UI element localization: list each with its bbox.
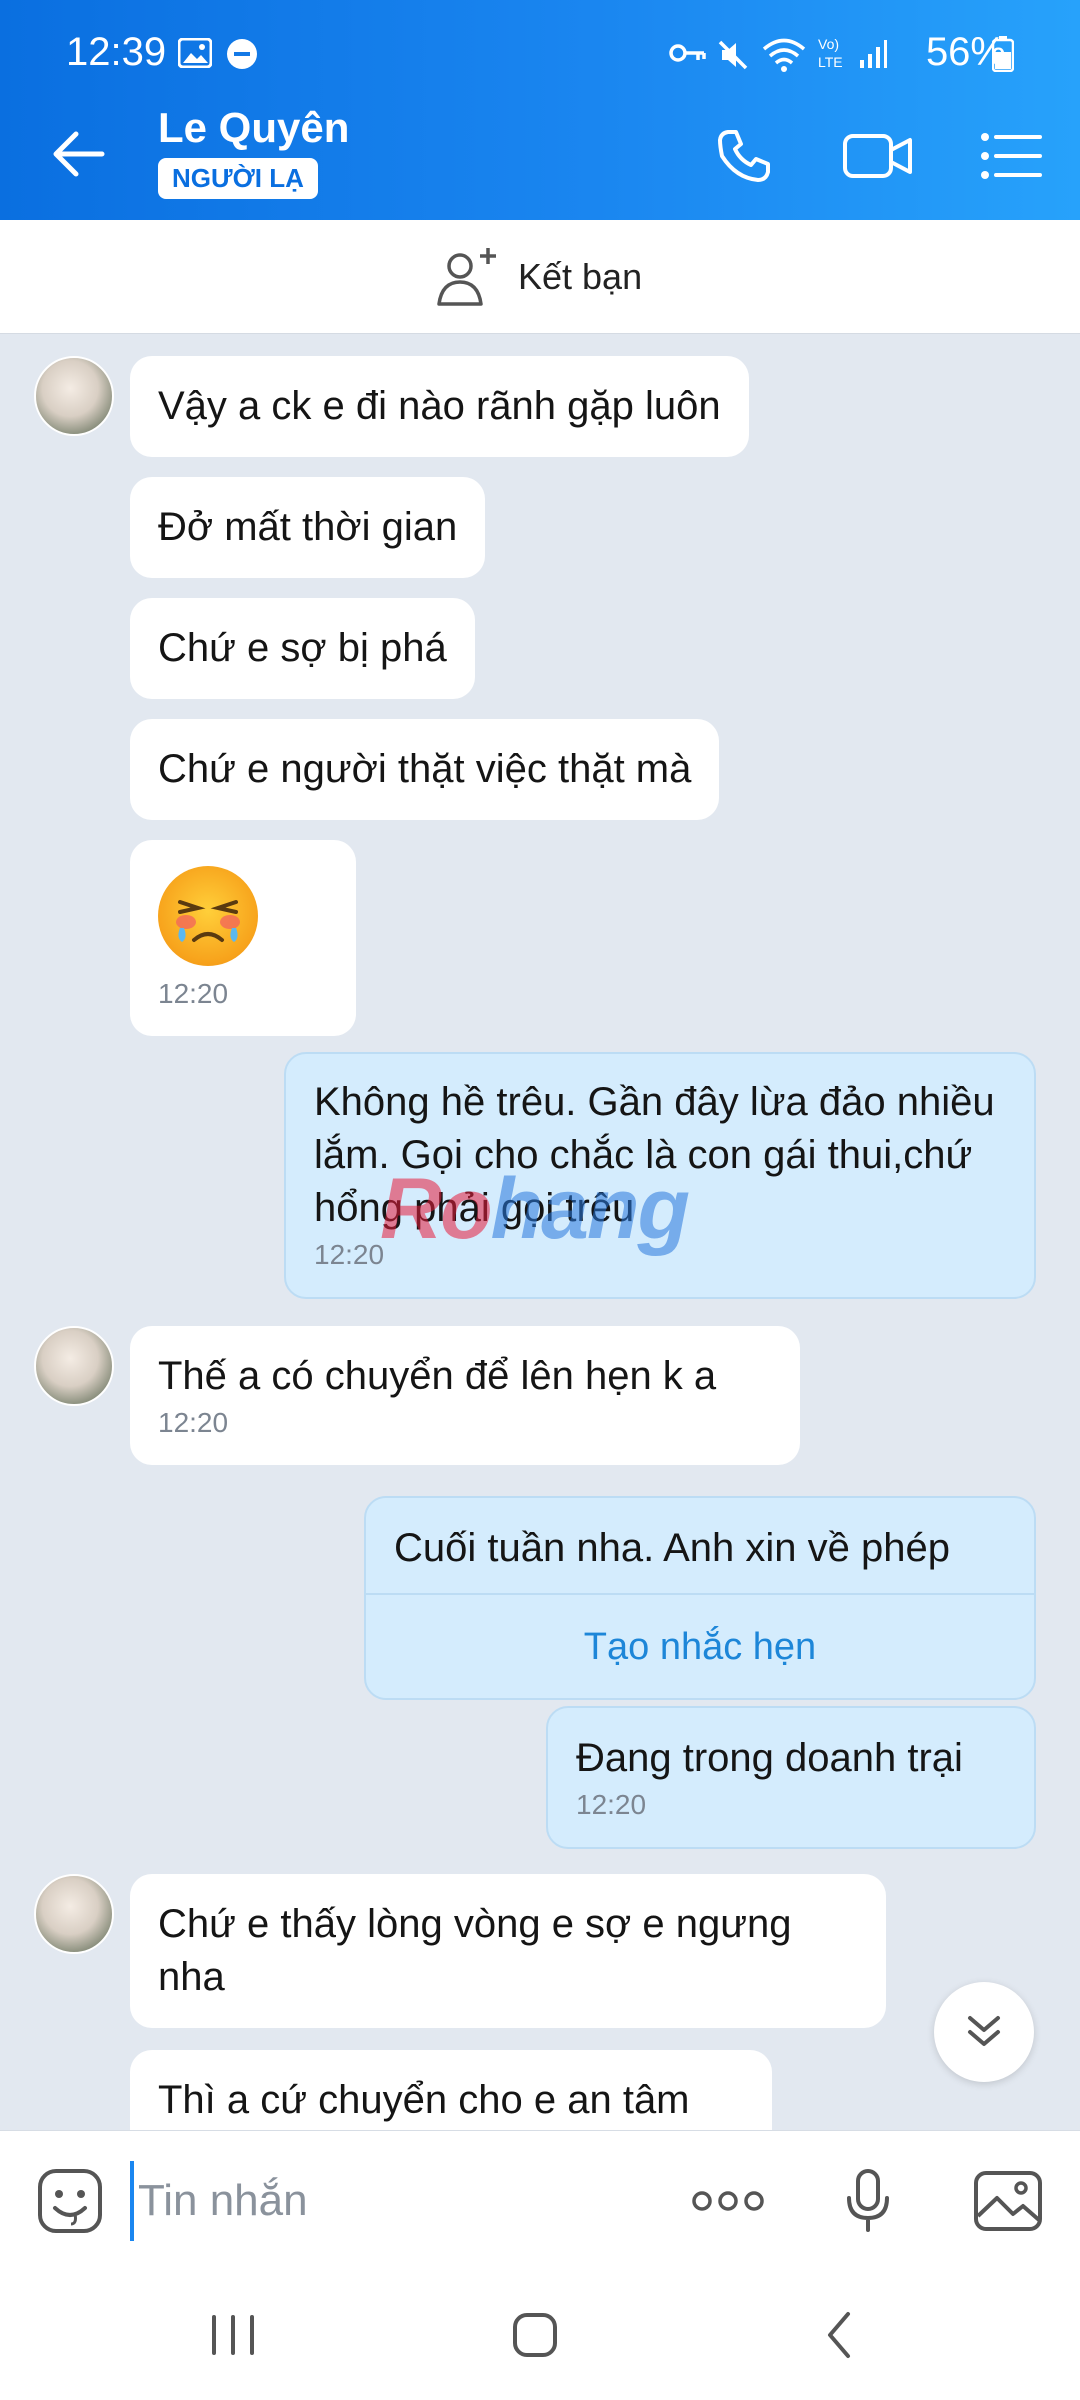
- message-input-bar: [0, 2130, 1080, 2270]
- add-user-icon: [437, 248, 496, 306]
- status-time: 12:39: [66, 30, 167, 74]
- message-bubble[interactable]: Đở mất thời gian: [130, 477, 486, 578]
- add-friend-bar: Kết bạn: [0, 220, 1080, 334]
- message-bubble[interactable]: Cuối tuần nha. Anh xin về phép Tạo nhắc …: [364, 1496, 1036, 1700]
- video-camera-icon: [843, 134, 912, 178]
- app-bar: Le Quyên NGƯỜI LẠ: [0, 86, 1080, 220]
- stranger-badge: NGƯỜI LẠ: [158, 158, 318, 199]
- recents-button[interactable]: [188, 2300, 278, 2370]
- more-options-button[interactable]: [690, 2163, 766, 2239]
- more-dots-icon: [692, 2191, 764, 2211]
- dnd-icon: [226, 38, 258, 75]
- phone-icon: [718, 130, 770, 182]
- message-bubble[interactable]: Thế a có chuyển để lên hẹn k a 12:20: [130, 1326, 800, 1465]
- message-text: Thế a có chuyển để lên hẹn k a: [158, 1354, 717, 1398]
- gallery-icon: [177, 37, 213, 73]
- home-button[interactable]: [490, 2300, 580, 2370]
- message-text: Chứ e sợ bị phá: [158, 626, 447, 670]
- system-nav-bar: [0, 2270, 1080, 2400]
- smiley-sticker-icon: [38, 2169, 102, 2233]
- message-bubble[interactable]: Chứ e sợ bị phá: [130, 598, 475, 699]
- back-button[interactable]: [40, 116, 116, 192]
- message-bubble[interactable]: Thì a cứ chuyển cho e an tâm: [130, 2050, 772, 2130]
- message-text: Đở mất thời gian: [158, 505, 458, 549]
- sticker-bubble[interactable]: 12:20: [130, 840, 356, 1036]
- volte-icon: Vo) LTE: [816, 34, 850, 77]
- svg-text:LTE: LTE: [818, 54, 843, 70]
- watermark-logo: Rohang: [380, 1160, 690, 1259]
- scroll-to-bottom-button[interactable]: [934, 1982, 1034, 2082]
- message-text: Vậy a ck e đi nào rãnh gặp luôn: [158, 384, 721, 428]
- contact-name[interactable]: Le Quyên: [158, 104, 349, 152]
- signal-icon: [858, 38, 888, 75]
- header-background: 12:39 Vo) LTE 56% Le Quyên NGƯỜI LẠ: [0, 0, 1080, 220]
- wifi-icon: [762, 38, 806, 77]
- message-bubble[interactable]: Đang trong doanh trại 12:20: [546, 1706, 1036, 1849]
- chevron-left-icon: [828, 2312, 850, 2358]
- sticker-button[interactable]: [32, 2163, 108, 2239]
- message-text: Chứ e người thặt việc thặt mà: [158, 747, 692, 791]
- create-reminder-button[interactable]: Tạo nhắc hẹn: [366, 1593, 1034, 1698]
- battery-icon: [991, 36, 1015, 77]
- message-time: 12:20: [576, 1789, 647, 1820]
- list-icon: [981, 133, 1042, 179]
- crying-emoji-icon: [158, 866, 258, 966]
- message-text: Thì a cứ chuyển cho e an tâm: [158, 2078, 690, 2122]
- watermark-part2: hang: [490, 1161, 690, 1257]
- add-friend-button[interactable]: Kết bạn: [436, 242, 642, 312]
- message-text: Cuối tuần nha. Anh xin về phép: [394, 1526, 950, 1570]
- message-time: 12:20: [158, 1407, 229, 1438]
- voice-call-button[interactable]: [706, 118, 782, 194]
- message-bubble[interactable]: Vậy a ck e đi nào rãnh gặp luôn: [130, 356, 749, 457]
- message-input[interactable]: [130, 2161, 670, 2241]
- system-back-button[interactable]: [794, 2300, 884, 2370]
- video-call-button[interactable]: [840, 118, 916, 194]
- arrow-left-icon: [53, 131, 105, 177]
- microphone-icon: [847, 2169, 889, 2232]
- voice-message-button[interactable]: [830, 2163, 906, 2239]
- add-friend-label: Kết bạn: [518, 256, 643, 297]
- recents-icon: [212, 2315, 254, 2355]
- message-text: Đang trong doanh trại: [576, 1736, 963, 1780]
- image-button[interactable]: [970, 2163, 1046, 2239]
- svg-text:Vo): Vo): [818, 36, 839, 52]
- avatar[interactable]: [34, 1874, 114, 1954]
- message-time: 12:20: [158, 978, 229, 1009]
- message-bubble[interactable]: Chứ e người thặt việc thặt mà: [130, 719, 720, 820]
- mute-icon: [716, 38, 750, 77]
- avatar[interactable]: [34, 356, 114, 436]
- double-chevron-down-icon: [968, 2016, 1000, 2046]
- watermark-part1: Ro: [380, 1161, 493, 1257]
- image-icon: [974, 2171, 1042, 2231]
- status-bar: 12:39 Vo) LTE 56%: [0, 0, 1080, 86]
- message-bubble[interactable]: Chứ e thấy lòng vòng e sợ e ngưng nha: [130, 1874, 886, 2028]
- vpn-key-icon: [668, 38, 708, 73]
- message-text: Chứ e thấy lòng vòng e sợ e ngưng nha: [158, 1902, 792, 1999]
- avatar[interactable]: [34, 1326, 114, 1406]
- menu-button[interactable]: [974, 118, 1050, 194]
- home-icon: [513, 2313, 557, 2357]
